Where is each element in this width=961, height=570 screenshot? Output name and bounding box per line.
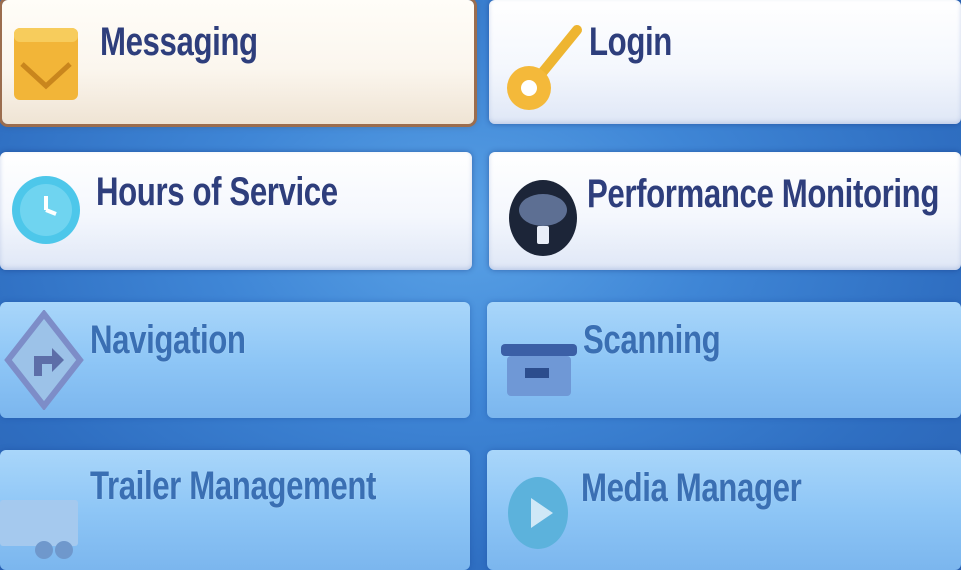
performance-monitoring-label: Performance Monitoring bbox=[587, 172, 939, 216]
key-icon bbox=[507, 25, 582, 110]
scanner-icon bbox=[501, 344, 577, 396]
gauge-icon bbox=[509, 180, 577, 256]
navigation-label: Navigation bbox=[90, 318, 246, 362]
play-icon bbox=[508, 477, 568, 549]
media-manager-tile[interactable]: Media Manager bbox=[487, 450, 961, 570]
hours-of-service-label: Hours of Service bbox=[96, 170, 338, 214]
performance-monitoring-tile[interactable]: Performance Monitoring bbox=[489, 152, 961, 270]
envelope-icon bbox=[14, 28, 78, 100]
login-tile[interactable]: Login bbox=[489, 0, 961, 124]
login-label: Login bbox=[589, 20, 672, 64]
media-manager-label: Media Manager bbox=[581, 466, 802, 510]
messaging-tile[interactable]: Messaging bbox=[2, 0, 474, 124]
trailer-management-label: Trailer Management bbox=[90, 464, 377, 508]
scanning-tile[interactable]: Scanning bbox=[487, 302, 961, 418]
road-sign-icon bbox=[4, 310, 84, 410]
trailer-icon bbox=[0, 500, 78, 559]
messaging-label: Messaging bbox=[100, 20, 258, 64]
clock-icon bbox=[12, 176, 80, 244]
navigation-tile[interactable]: Navigation bbox=[0, 302, 470, 418]
trailer-management-tile[interactable]: Trailer Management bbox=[0, 450, 470, 570]
hours-of-service-tile[interactable]: Hours of Service bbox=[0, 152, 472, 270]
scanning-label: Scanning bbox=[583, 318, 721, 362]
main-menu-screen: Messaging Login Hours of Service Perform… bbox=[0, 0, 961, 570]
